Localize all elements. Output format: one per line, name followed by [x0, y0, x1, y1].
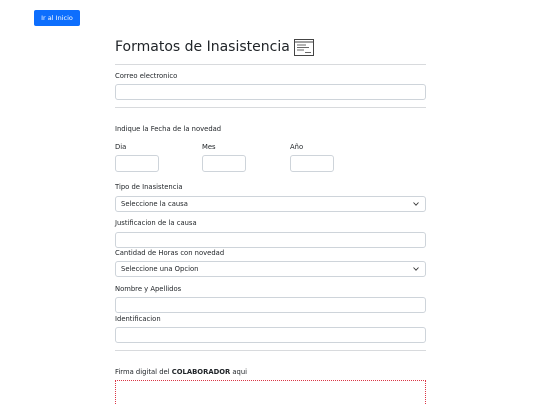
id-field[interactable]: [115, 327, 426, 343]
email-field[interactable]: [115, 84, 426, 100]
name-label: Nombre y Apellidos: [115, 285, 182, 293]
hours-select-value: Seleccione una Opcion: [121, 265, 199, 273]
hours-select[interactable]: Seleccione una Opcion: [115, 261, 426, 277]
signature-label-role: COLABORADOR: [171, 368, 231, 376]
page-title: Formatos de Inasistencia: [115, 39, 290, 55]
home-button[interactable]: Ir al Inicio: [34, 10, 80, 26]
day-label: Dia: [115, 143, 127, 151]
type-select[interactable]: Seleccione la causa: [115, 196, 426, 212]
signature-label-prefix: Firma digital del: [115, 368, 172, 376]
justification-field[interactable]: [115, 232, 426, 248]
hours-label: Cantidad de Horas con novedad: [115, 249, 225, 257]
year-input[interactable]: [290, 155, 334, 172]
absence-form: Formatos de Inasistencia Correo electron…: [115, 36, 426, 405]
date-prompt: Indique la Fecha de la novedad: [115, 125, 222, 133]
type-label: Tipo de Inasistencia: [115, 183, 183, 191]
month-input[interactable]: [202, 155, 246, 172]
signature-label: Firma digital del COLABORADOR aqui: [115, 368, 247, 376]
id-label: Identificacion: [115, 315, 161, 323]
chevron-down-icon: [413, 202, 419, 206]
divider: [115, 107, 426, 108]
email-label: Correo electronico: [115, 72, 178, 80]
day-input[interactable]: [115, 155, 159, 172]
divider: [115, 64, 426, 65]
title-row: Formatos de Inasistencia: [115, 36, 426, 58]
year-label: Año: [290, 143, 304, 151]
month-label: Mes: [202, 143, 216, 151]
type-select-value: Seleccione la causa: [121, 200, 188, 208]
justification-label: Justificacion de la causa: [115, 219, 197, 227]
signature-pad[interactable]: [115, 380, 426, 405]
chevron-down-icon: [413, 267, 419, 271]
signature-label-suffix: aqui: [230, 368, 248, 376]
divider: [115, 350, 426, 351]
form-icon: [293, 38, 314, 56]
name-field[interactable]: [115, 297, 426, 313]
